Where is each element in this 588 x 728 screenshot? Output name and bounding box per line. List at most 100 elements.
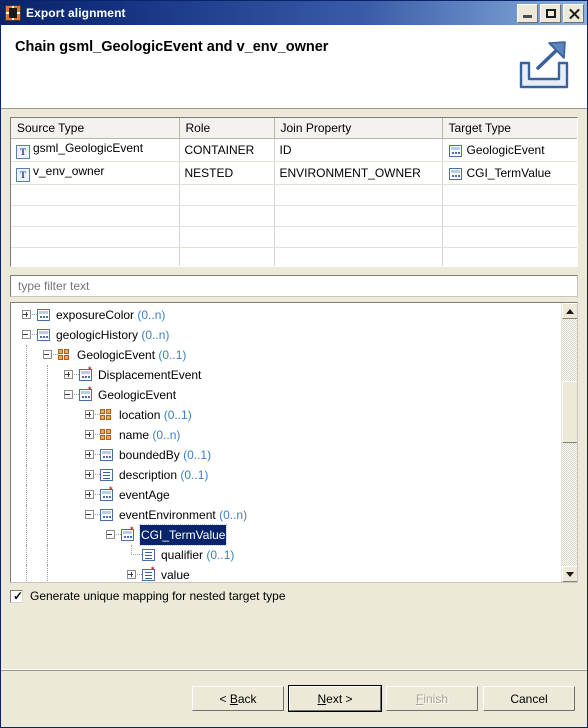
column-header-target-type[interactable]: Target Type [442, 118, 577, 139]
cell-join-property: ENVIRONMENT_OWNER [274, 161, 443, 185]
tree-node-geologicevent[interactable]: GeologicEvent (0..1) [11, 345, 561, 365]
collapse-icon[interactable] [105, 525, 121, 545]
table-empty-row[interactable] [11, 205, 577, 227]
tree-node-description[interactable]: description (0..1) [11, 465, 561, 485]
type-icon [99, 427, 115, 443]
export-alignment-app-icon [5, 5, 21, 21]
element-icon [99, 447, 115, 463]
text-icon: * [141, 566, 157, 582]
cell-source-type-text: v_env_owner [33, 164, 105, 178]
expand-icon[interactable] [84, 465, 100, 485]
back-button[interactable]: < Back [192, 686, 284, 711]
cell-target-type: GeologicEvent [442, 138, 577, 162]
table-empty-row[interactable] [11, 226, 577, 248]
tree-node-eventenvironment[interactable]: eventEnvironment (0..n) [11, 505, 561, 525]
title-bar[interactable]: Export alignment [1, 1, 587, 25]
tree-node-geologichistory[interactable]: geologicHistory (0..n) [11, 325, 561, 345]
scroll-down-icon[interactable] [562, 566, 577, 582]
expand-icon[interactable] [84, 485, 100, 505]
element-icon [36, 327, 52, 343]
generate-unique-mapping-checkbox[interactable]: ✓ [10, 589, 23, 603]
tree-node-cardinality: (0..n) [149, 428, 181, 442]
tree-node-boundedby[interactable]: boundedBy (0..1) [11, 445, 561, 465]
next-button[interactable]: Next > [288, 685, 382, 712]
expand-icon[interactable] [21, 305, 37, 325]
text-icon [99, 467, 115, 483]
tree-indent [11, 465, 84, 485]
tree-node-label: eventEnvironment [119, 508, 216, 522]
tree-scrollbar[interactable] [561, 303, 577, 582]
filter-field[interactable] [10, 275, 578, 297]
maximize-icon[interactable] [540, 3, 561, 23]
expand-icon[interactable] [84, 425, 100, 445]
tree-node-eventage[interactable]: * eventAge [11, 485, 561, 505]
cancel-button[interactable]: Cancel [483, 686, 575, 711]
tree-node-location[interactable]: location (0..1) [11, 405, 561, 425]
finish-button: Finish [386, 686, 478, 711]
tree-node-qualifier[interactable]: qualifier (0..1) [11, 545, 561, 565]
tree-node-cardinality: (0..1) [160, 408, 192, 422]
tree-indent [11, 505, 84, 525]
element-icon [36, 307, 52, 323]
page-title: Chain gsml_GeologicEvent and v_env_owner [15, 39, 329, 55]
table-row[interactable]: Tv_env_owner NESTED ENVIRONMENT_OWNER CG… [11, 161, 577, 185]
column-header-join-property[interactable]: Join Property [274, 118, 443, 139]
collapse-icon[interactable] [21, 325, 37, 345]
tree-node-label: name [119, 428, 150, 442]
table-type-icon: T [16, 168, 30, 182]
tree-leaf-connector[interactable] [126, 545, 142, 565]
tree-node-exposurecolor[interactable]: exposureColor (0..n) [11, 305, 561, 325]
column-header-source-type[interactable]: Source Type [11, 118, 180, 139]
tree-indent [11, 385, 63, 405]
element-icon [448, 166, 463, 180]
required-marker: * [88, 365, 92, 375]
tree-node-label: DisplacementEvent [98, 368, 202, 382]
collapse-icon[interactable] [84, 505, 100, 525]
column-header-role[interactable]: Role [179, 118, 275, 139]
search-input[interactable] [16, 278, 577, 294]
type-icon [99, 407, 115, 423]
generate-unique-mapping-row[interactable]: ✓ Generate unique mapping for nested tar… [10, 589, 578, 603]
scroll-up-icon[interactable] [562, 303, 577, 319]
collapse-icon[interactable] [63, 385, 79, 405]
element-icon: * [78, 365, 94, 383]
dialog-header: Chain gsml_GeologicEvent and v_env_owner [1, 25, 587, 109]
table-row[interactable]: Tgsml_GeologicEvent CONTAINER ID Geologi… [11, 138, 577, 162]
tree-node-cardinality: (0..1) [179, 448, 212, 462]
tree-node-label: eventAge [119, 488, 170, 502]
cell-source-type-text: gsml_GeologicEvent [33, 141, 144, 155]
tree-node-geologicevent[interactable]: * GeologicEvent [11, 385, 561, 405]
table-empty-row[interactable] [11, 247, 577, 266]
expand-icon[interactable] [84, 445, 100, 465]
expand-icon[interactable] [63, 365, 79, 385]
tree-node-cgi-termvalue[interactable]: * CGI_TermValue [11, 524, 561, 546]
tree-node-name[interactable]: name (0..n) [11, 425, 561, 445]
scrollbar-track[interactable] [562, 319, 577, 566]
cell-target-type-text: GeologicEvent [466, 143, 545, 157]
scrollbar-thumb[interactable] [562, 381, 577, 443]
element-icon [99, 507, 115, 523]
element-icon [448, 143, 463, 157]
target-schema-tree[interactable]: exposureColor (0..n) geologicHistory (0..… [10, 302, 578, 583]
tree-node-label: CGI_TermValue [138, 524, 228, 546]
tree-node-cardinality: (0..1) [155, 348, 187, 362]
tree-node-label: description [119, 468, 178, 482]
tree-node-label: GeologicEvent [98, 388, 177, 402]
tree-node-value[interactable]: * value [11, 565, 561, 582]
tree-nodes[interactable]: exposureColor (0..n) geologicHistory (0..… [11, 303, 561, 582]
cell-role: NESTED [179, 161, 275, 185]
tree-node-displacementevent[interactable]: * DisplacementEvent [11, 365, 561, 385]
cell-source-type: Tgsml_GeologicEvent [11, 138, 180, 162]
expand-icon[interactable] [126, 565, 142, 582]
table-empty-row[interactable] [11, 184, 577, 206]
expand-icon[interactable] [84, 405, 100, 425]
close-icon[interactable] [563, 3, 584, 23]
mapping-table[interactable]: Source Type Role Join Property Target Ty… [10, 117, 578, 267]
dialog-button-bar: < Back Next > Finish Cancel [1, 669, 587, 727]
minimize-icon[interactable] [517, 3, 538, 23]
dialog-body: Source Type Role Join Property Target Ty… [1, 109, 587, 669]
collapse-icon[interactable] [42, 345, 58, 365]
tree-node-label: location [119, 408, 161, 422]
tree-indent [11, 525, 105, 545]
